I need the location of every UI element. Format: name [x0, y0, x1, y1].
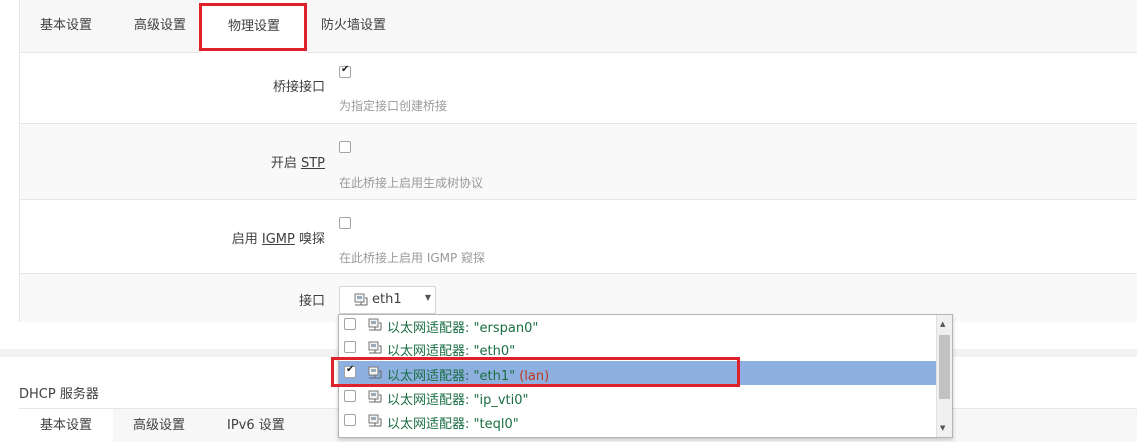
bridge-checkbox[interactable] — [339, 64, 351, 78]
igmp-row: 启用 IGMP 嗅探 在此桥接上启用 IGMP 窥探 — [20, 200, 1137, 274]
scrollbar-thumb[interactable] — [939, 335, 950, 399]
dropdown-item-teql0[interactable]: 以太网适配器: "teql0" — [339, 409, 937, 433]
igmp-description: 在此桥接上启用 IGMP 窥探 — [339, 251, 486, 265]
ethernet-adapter-icon — [368, 318, 382, 331]
interface-select[interactable]: eth1 ▼ — [339, 286, 436, 314]
dropdown-item-highlight-box — [331, 357, 740, 387]
scroll-up-arrow-icon[interactable]: ▲ — [940, 320, 945, 328]
stp-label-prefix: 开启 — [270, 156, 301, 171]
bridge-label: 桥接接口 — [272, 80, 325, 95]
tab-basic-settings[interactable]: 基本设置 — [40, 14, 92, 38]
dhcp-tab-advanced-settings[interactable]: 高级设置 — [133, 414, 185, 438]
interface-label: 接口 — [298, 294, 325, 309]
igmp-label: 启用 IGMP 嗅探 — [232, 228, 325, 247]
stp-label: 开启 STP — [271, 152, 325, 171]
ethernet-adapter-icon — [368, 414, 382, 427]
ethernet-adapter-icon — [368, 341, 382, 354]
stp-row: 开启 STP 在此桥接上启用生成树协议 — [20, 124, 1137, 200]
stp-description: 在此桥接上启用生成树协议 — [339, 176, 484, 190]
igmp-abbr: IGMP — [261, 232, 295, 247]
bridge-row: 桥接接口 为指定接口创建桥接 — [20, 53, 1137, 124]
igmp-label-suffix: 嗅探 — [294, 232, 325, 247]
dropdown-item-label: 以太网适配器: "ip_vti0" — [387, 393, 529, 408]
interface-select-value: eth1 — [372, 292, 402, 307]
dhcp-tab-basic-settings[interactable]: 基本设置 — [19, 409, 113, 442]
stp-abbr: STP — [300, 156, 325, 171]
ethernet-adapter-icon — [354, 293, 368, 306]
igmp-checkbox[interactable] — [339, 217, 351, 229]
top-tab-bar: 基本设置 高级设置 物理设置 防火墙设置 — [20, 0, 1137, 53]
dropdown-item-label: 以太网适配器: "teql0" — [387, 417, 519, 432]
dhcp-section-title: DHCP 服务器 — [19, 387, 99, 402]
dropdown-item-erspan0[interactable]: 以太网适配器: "erspan0" — [339, 315, 937, 337]
dropdown-item-ip-vti0[interactable]: 以太网适配器: "ip_vti0" — [339, 385, 937, 409]
dropdown-item-label: 以太网适配器: "erspan0" — [387, 321, 539, 336]
chevron-down-icon[interactable]: ▼ — [425, 293, 431, 302]
igmp-label-prefix: 启用 — [231, 232, 262, 247]
dropdown-item-checkbox[interactable] — [344, 414, 356, 426]
bridge-description: 为指定接口创建桥接 — [339, 99, 448, 113]
dhcp-tab-ipv6-settings[interactable]: IPv6 设置 — [227, 414, 285, 438]
dropdown-item-checkbox[interactable] — [344, 318, 356, 330]
stp-checkbox[interactable] — [339, 141, 351, 153]
dropdown-scrollbar[interactable]: ▲ ▼ — [936, 315, 952, 437]
tab-advanced-settings[interactable]: 高级设置 — [134, 14, 186, 38]
scroll-down-arrow-icon[interactable]: ▼ — [940, 424, 945, 432]
tab-highlight-box — [199, 3, 307, 51]
dropdown-item-checkbox[interactable] — [344, 390, 356, 402]
interface-settings-panel: 基本设置 高级设置 物理设置 防火墙设置 桥接接口 为指定接口创建桥接 开启 S… — [19, 0, 1137, 322]
dropdown-item-checkbox[interactable] — [344, 341, 356, 353]
ethernet-adapter-icon — [368, 390, 382, 403]
tab-firewall-settings[interactable]: 防火墙设置 — [321, 14, 386, 38]
